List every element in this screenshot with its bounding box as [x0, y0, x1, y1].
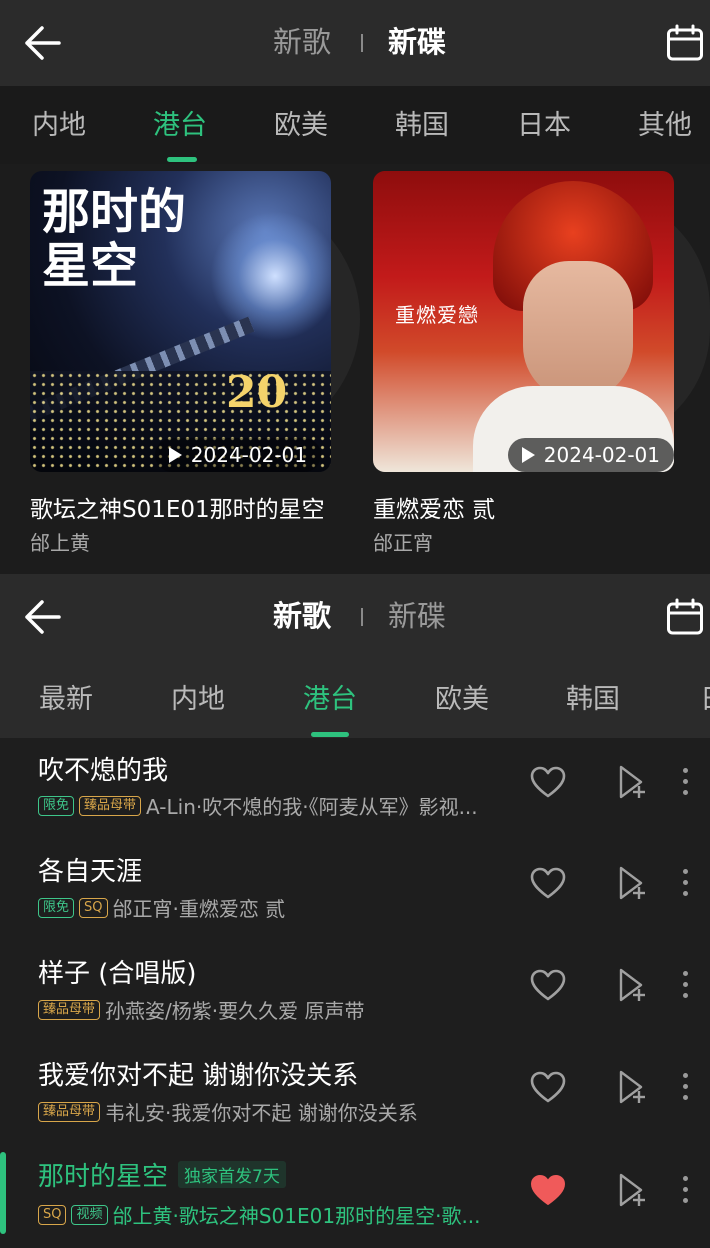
back-arrow-icon[interactable]	[22, 598, 62, 636]
category-latest[interactable]: 最新	[39, 680, 93, 720]
heart-outline-icon[interactable]	[529, 1070, 567, 1104]
category-hk-tw[interactable]: 港台	[153, 106, 207, 146]
master-badge: 臻品母带	[38, 1101, 101, 1122]
song-title: 我爱你对不起 谢谢你没关系	[38, 1061, 359, 1091]
song-title: 那时的星空 独家首发7天	[38, 1156, 286, 1193]
song-subtitle: 孙燕姿/杨紫·要久久爱 原声带	[105, 999, 365, 1023]
song-list: 吹不熄的我 限免 臻品母带 A-Lin·吹不熄的我·《阿麦从军》影视... 各自…	[0, 738, 710, 1248]
song-title: 样子 (合唱版)	[38, 959, 197, 989]
more-options-icon[interactable]	[683, 971, 689, 1004]
song-meta: 臻品母带 孙燕姿/杨紫·要久久爱 原声带	[38, 995, 508, 1024]
play-icon	[521, 447, 535, 463]
cover-title-text: 重燃爱戀	[395, 303, 479, 327]
heart-outline-icon[interactable]	[529, 968, 567, 1002]
tab-new-songs[interactable]: 新歌	[273, 596, 331, 636]
exclusive-tag: 独家首发7天	[178, 1161, 286, 1188]
song-row[interactable]: 样子 (合唱版) 臻品母带 孙燕姿/杨紫·要久久爱 原声带	[0, 940, 710, 1041]
category-western[interactable]: 欧美	[274, 106, 328, 146]
sq-badge: SQ	[79, 897, 108, 918]
album-card[interactable]: 那时的星空 20 2024-02-01 歌坛之神S01E01那时的星空 邰上黄	[0, 164, 360, 574]
tab-divider	[361, 608, 363, 626]
category-korea[interactable]: 韩国	[566, 680, 620, 720]
video-badge: 视频	[71, 1204, 108, 1225]
add-to-playlist-icon[interactable]	[615, 865, 649, 901]
category-korea[interactable]: 韩国	[395, 106, 449, 146]
bottom-category-bar: 最新 内地 港台 欧美 韩国 日	[0, 660, 710, 738]
master-badge: 臻品母带	[79, 795, 142, 816]
category-japan[interactable]: 日本	[517, 106, 571, 146]
category-mainland[interactable]: 内地	[32, 106, 86, 146]
album-artist: 邰正宵	[373, 531, 433, 555]
song-meta: 臻品母带 韦礼安·我爱你对不起 谢谢你没关系	[38, 1097, 508, 1126]
release-date: 2024-02-01	[190, 443, 307, 467]
calendar-icon[interactable]	[666, 24, 704, 62]
song-subtitle: 韦礼安·我爱你对不起 谢谢你没关系	[105, 1101, 418, 1125]
add-to-playlist-icon[interactable]	[615, 1069, 649, 1105]
more-options-icon[interactable]	[683, 869, 689, 902]
more-options-icon[interactable]	[683, 1176, 689, 1209]
add-to-playlist-icon[interactable]	[615, 967, 649, 1003]
album-card[interactable]: 重燃爱戀 2024-02-01 重燃爱恋 贰 邰正宵	[355, 164, 710, 574]
category-western[interactable]: 欧美	[435, 680, 489, 720]
top-header: 新歌 新碟	[0, 0, 710, 86]
song-subtitle: 邰正宵·重燃爱恋 贰	[112, 897, 286, 921]
active-category-indicator	[311, 732, 349, 737]
song-title: 吹不熄的我	[38, 756, 169, 786]
category-mainland[interactable]: 内地	[171, 680, 225, 720]
bottom-header: 新歌 新碟	[0, 574, 710, 660]
song-row[interactable]: 我爱你对不起 谢谢你没关系 臻品母带 韦礼安·我爱你对不起 谢谢你没关系	[0, 1041, 710, 1142]
cover-face	[523, 261, 633, 401]
heart-outline-icon[interactable]	[529, 866, 567, 900]
category-other[interactable]: 其他	[638, 106, 692, 146]
cover-glow	[210, 211, 331, 341]
song-meta: 限免 SQ 邰正宵·重燃爱恋 贰	[38, 893, 508, 922]
cover-title-text: 那时的星空	[42, 184, 187, 294]
song-title: 各自天涯	[38, 857, 143, 887]
master-badge: 臻品母带	[38, 999, 101, 1020]
heart-filled-icon[interactable]	[529, 1173, 567, 1207]
top-category-bar: 内地 港台 欧美 韩国 日本 其他	[0, 86, 710, 164]
song-title-text: 那时的星空	[38, 1162, 169, 1192]
song-row[interactable]: 各自天涯 限免 SQ 邰正宵·重燃爱恋 贰	[0, 839, 710, 940]
release-date-badge: 2024-02-01	[507, 438, 674, 472]
category-japan[interactable]: 日	[700, 680, 710, 720]
more-options-icon[interactable]	[683, 1073, 689, 1106]
category-hk-tw[interactable]: 港台	[303, 680, 357, 720]
tab-new-songs[interactable]: 新歌	[273, 22, 331, 62]
album-cover: 重燃爱戀 2024-02-01	[373, 171, 674, 472]
now-playing-indicator	[0, 1152, 6, 1234]
back-arrow-icon[interactable]	[22, 24, 62, 62]
song-subtitle: A-Lin·吹不熄的我·《阿麦从军》影视...	[146, 795, 478, 819]
tab-new-albums[interactable]: 新碟	[388, 596, 446, 636]
song-subtitle: 邰上黄·歌坛之神S01E01那时的星空·歌...	[112, 1204, 481, 1228]
more-options-icon[interactable]	[683, 768, 689, 801]
add-to-playlist-icon[interactable]	[615, 1172, 649, 1208]
free-badge: 限免	[38, 897, 75, 918]
play-icon	[168, 447, 182, 463]
add-to-playlist-icon[interactable]	[615, 764, 649, 800]
heart-outline-icon[interactable]	[529, 765, 567, 799]
active-category-indicator	[167, 157, 197, 162]
tab-new-albums[interactable]: 新碟	[388, 22, 446, 62]
album-cover: 那时的星空 20 2024-02-01	[30, 171, 331, 472]
calendar-icon[interactable]	[666, 598, 704, 636]
cover-20-text: 20	[226, 367, 288, 418]
song-row[interactable]: 吹不熄的我 限免 臻品母带 A-Lin·吹不熄的我·《阿麦从军》影视...	[0, 738, 710, 839]
free-badge: 限免	[38, 795, 75, 816]
song-meta: SQ 视频 邰上黄·歌坛之神S01E01那时的星空·歌...	[38, 1200, 508, 1229]
song-row-playing[interactable]: 那时的星空 独家首发7天 SQ 视频 邰上黄·歌坛之神S01E01那时的星空·歌…	[0, 1142, 710, 1248]
sq-badge: SQ	[38, 1204, 67, 1225]
album-artist: 邰上黄	[30, 531, 90, 555]
tab-divider	[361, 34, 363, 52]
album-title: 重燃爱恋 贰	[373, 497, 496, 523]
release-date: 2024-02-01	[543, 443, 660, 467]
release-date-badge: 2024-02-01	[154, 438, 321, 472]
album-title: 歌坛之神S01E01那时的星空	[30, 497, 325, 523]
song-meta: 限免 臻品母带 A-Lin·吹不熄的我·《阿麦从军》影视...	[38, 791, 508, 820]
